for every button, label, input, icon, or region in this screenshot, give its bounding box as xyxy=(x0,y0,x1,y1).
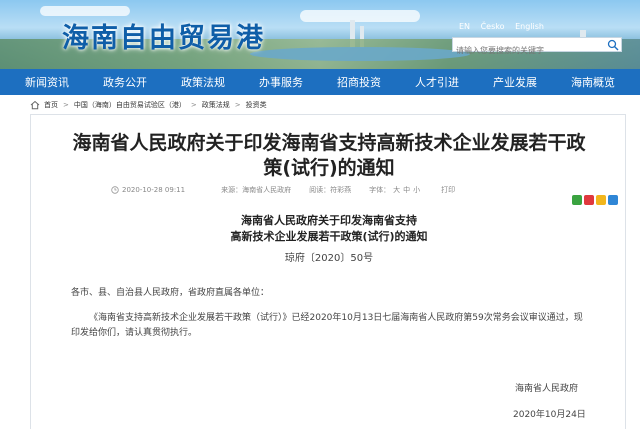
article-headline: 海南省人民政府关于印发海南省支持高新技术企业发展若干政策(试行)的通知 xyxy=(72,132,586,179)
share-bar xyxy=(570,195,618,205)
lang-link[interactable]: Česko xyxy=(481,22,505,31)
breadcrumb-separator: > xyxy=(234,101,241,109)
breadcrumb-separator: > xyxy=(63,101,69,109)
nav-item-investment[interactable]: 招商投资 xyxy=(337,74,381,90)
language-switcher: EN Česko English xyxy=(459,22,552,31)
print-link[interactable]: 打印 xyxy=(441,185,455,195)
document-title-line: 高新技术企业发展若干政策(试行)的通知 xyxy=(230,230,428,243)
breadcrumb-home[interactable]: 首页 xyxy=(44,100,58,110)
article-meta: 2020-10-28 09:11 来源：海南省人民政府 阅读：符彩燕 字体：大中… xyxy=(111,185,473,195)
search-box xyxy=(452,37,622,57)
nav-item-news[interactable]: 新闻资讯 xyxy=(25,74,69,90)
article-container: 海南省人民政府关于印发海南省支持高新技术企业发展若干政策(试行)的通知 2020… xyxy=(30,114,626,429)
nav-item-overview[interactable]: 海南概览 xyxy=(571,74,615,90)
share-weibo-icon[interactable] xyxy=(584,195,594,205)
document-title-line: 海南省人民政府关于印发海南省支持 xyxy=(241,214,417,227)
site-title: 海南自由贸易港 xyxy=(62,23,265,54)
article-views: 阅读：符彩燕 xyxy=(309,186,352,194)
banner-cloud xyxy=(40,6,130,16)
breadcrumb-current[interactable]: 投资类 xyxy=(246,100,267,110)
article-source: 来源：海南省人民政府 xyxy=(221,186,292,194)
nav-item-industry[interactable]: 产业发展 xyxy=(493,74,537,90)
publish-time: 2020-10-28 09:11 xyxy=(111,186,203,194)
main-nav: 新闻资讯 政务公开 政策法规 办事服务 招商投资 人才引进 产业发展 海南概览 xyxy=(0,69,640,95)
breadcrumb-item[interactable]: 政策法规 xyxy=(202,100,230,110)
document-title: 海南省人民政府关于印发海南省支持 高新技术企业发展若干政策(试行)的通知 xyxy=(31,213,627,245)
font-size-medium[interactable]: 中 xyxy=(403,186,410,194)
font-size-small[interactable]: 小 xyxy=(413,186,420,194)
article-body: 《海南省支持高新技术企业发展若干政策（试行）》已经2020年10月13日七届海南… xyxy=(71,313,583,338)
nav-item-talent[interactable]: 人才引进 xyxy=(415,74,459,90)
header-banner: 海南自由贸易港 EN Česko English xyxy=(0,0,640,69)
share-qzone-icon[interactable] xyxy=(596,195,606,205)
lang-link[interactable]: English xyxy=(515,22,544,31)
signature: 海南省人民政府 xyxy=(515,384,579,394)
nav-item-policy[interactable]: 政策法规 xyxy=(181,74,225,90)
lang-link[interactable]: EN xyxy=(459,22,470,31)
font-size-label: 字体： xyxy=(369,186,391,194)
share-more-icon[interactable] xyxy=(608,195,618,205)
breadcrumb-item[interactable]: 中国（海南）自由贸易试验区（港） xyxy=(74,100,186,110)
share-wechat-icon[interactable] xyxy=(572,195,582,205)
search-icon[interactable] xyxy=(607,39,619,51)
banner-water xyxy=(250,47,470,61)
nav-item-government[interactable]: 政务公开 xyxy=(103,74,147,90)
salutation: 各市、县、自治县人民政府，省政府直属各单位： xyxy=(71,288,270,298)
font-size-large[interactable]: 大 xyxy=(393,186,400,194)
clock-icon xyxy=(111,186,119,194)
font-size-control: 字体：大中小 xyxy=(369,185,423,195)
document-date: 2020年10月24日 xyxy=(513,410,586,420)
search-input[interactable] xyxy=(453,44,603,57)
document-number: 琼府〔2020〕50号 xyxy=(284,253,374,264)
publish-datetime: 2020-10-28 09:11 xyxy=(122,186,186,194)
breadcrumb: 首页 > 中国（海南）自由贸易试验区（港） > 政策法规 > 投资类 xyxy=(30,100,267,110)
home-icon xyxy=(30,100,40,110)
banner-cloud xyxy=(300,10,420,22)
nav-item-services[interactable]: 办事服务 xyxy=(259,74,303,90)
breadcrumb-separator: > xyxy=(190,101,197,109)
